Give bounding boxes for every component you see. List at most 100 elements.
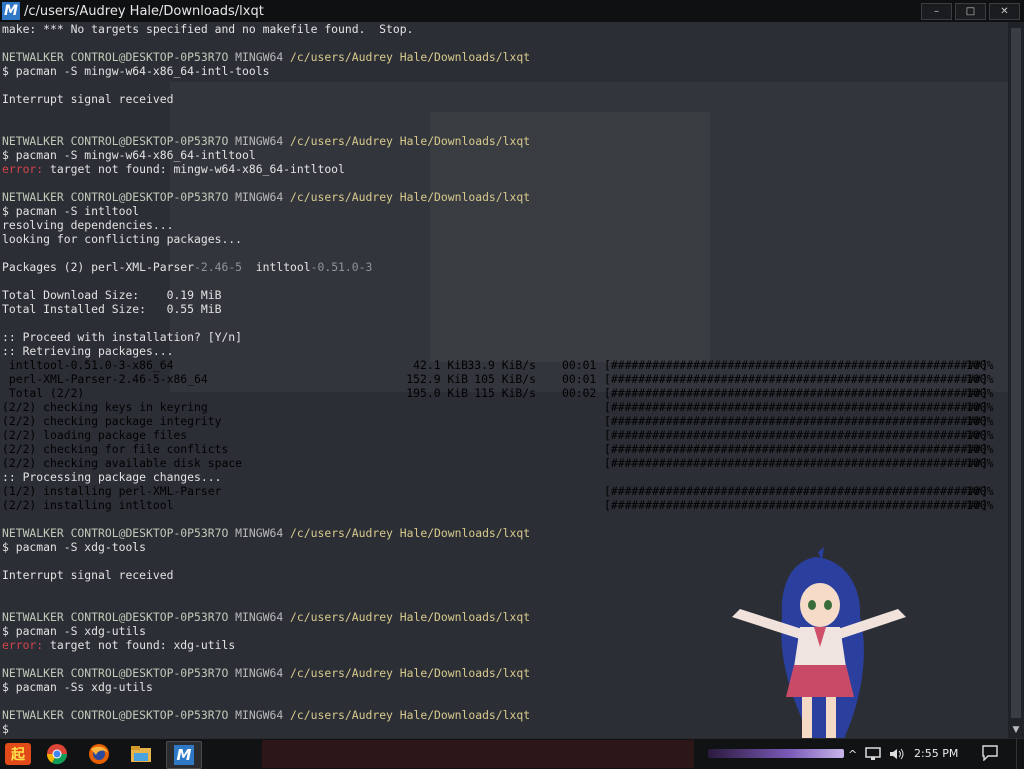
prompt-shell: MINGW64	[235, 190, 284, 204]
command-line: $ pacman -S mingw-w64-x86_64-intltool	[2, 148, 256, 162]
progress-row: (2/2) checking for file conflicts [######…	[2, 442, 1006, 456]
progress-percent: 100%	[966, 428, 994, 442]
progress-percent: 100%	[966, 442, 994, 456]
terminal-area[interactable]: make: *** No targets specified and no ma…	[0, 22, 1008, 738]
progress-bar-text: [#######################################…	[604, 442, 989, 456]
prompt-line: NETWALKER CONTROL@DESKTOP-0P53R7O MINGW6…	[2, 134, 1006, 148]
svg-text:起: 起	[10, 746, 26, 763]
progress-bar-text: [#######################################…	[604, 428, 989, 442]
terminal-scrollbar[interactable]: ▼	[1008, 22, 1024, 738]
chevron-up-icon[interactable]: ^	[848, 748, 857, 761]
maximize-button[interactable]: □	[955, 3, 986, 20]
prompt-shell: MINGW64	[235, 134, 284, 148]
step-label: (2/2) loading package files	[2, 428, 188, 442]
prompt-path: /c/users/Audrey Hale/Downloads/lxqt	[290, 708, 531, 722]
prompt-user: NETWALKER CONTROL@DESKTOP-0P53R7O	[2, 190, 229, 204]
progress-percent: 100%	[966, 372, 994, 386]
progress-row: (2/2) loading package files [############…	[2, 428, 1006, 442]
minimize-button[interactable]: –	[921, 3, 952, 20]
package-name: intltool-0.51.0-3-x86_64	[2, 358, 174, 372]
firefox-icon	[89, 744, 109, 764]
progress-row: (2/2) installing intltool [##############…	[2, 498, 1006, 512]
scrollbar-thumb[interactable]	[1011, 28, 1021, 718]
progress-percent: 100%	[966, 414, 994, 428]
close-button[interactable]: ✕	[989, 3, 1020, 20]
error-text: target not found: xdg-utils	[43, 638, 236, 652]
msys2-app-icon[interactable]: M	[2, 2, 20, 20]
terminal-line: make: *** No targets specified and no ma…	[2, 22, 414, 36]
msys2-taskbar-button[interactable]: M	[166, 741, 202, 769]
progress-bar-text: [#######################################…	[604, 400, 989, 414]
download-time: 00:02	[562, 386, 597, 400]
progress-percent: 100%	[966, 484, 994, 498]
progress-row: (2/2) checking keys in keyring [#########…	[2, 400, 1006, 414]
taskbar-clock[interactable]: 2:55 PM	[914, 747, 958, 760]
prompt-path: /c/users/Audrey Hale/Downloads/lxqt	[290, 190, 531, 204]
package-name: Total (2/2)	[2, 386, 85, 400]
window-title-bar[interactable]: M /c/users/Audrey Hale/Downloads/lxqt – …	[0, 0, 1024, 22]
prompt-line: NETWALKER CONTROL@DESKTOP-0P53R7O MINGW6…	[2, 50, 1006, 64]
prompt-path: /c/users/Audrey Hale/Downloads/lxqt	[290, 50, 531, 64]
progress-row: perl-XML-Parser-2.46-5-x86_64 152.9 KiB 1…	[2, 372, 1006, 386]
progress-percent: 100%	[966, 456, 994, 470]
prompt-user: NETWALKER CONTROL@DESKTOP-0P53R7O	[2, 134, 229, 148]
progress-row: intltool-0.51.0-3-x86_64 42.1 KiB 33.9 Ki…	[2, 358, 1006, 372]
step-label: (2/2) checking keys in keyring	[2, 400, 208, 414]
anime-character-sticker	[732, 547, 906, 738]
taskbar-decoration	[708, 749, 844, 758]
terminal-line: :: Processing package changes...	[2, 470, 222, 484]
chrome-icon	[46, 744, 68, 765]
volume-icon[interactable]	[889, 747, 905, 761]
progress-row: (2/2) checking package integrity [#######…	[2, 414, 1006, 428]
download-time: 00:01	[562, 358, 597, 372]
terminal-line: :: Proceed with installation? [Y/n]	[2, 330, 243, 344]
download-size: 152.9 KiB	[406, 372, 468, 386]
firefox-taskbar-button[interactable]	[82, 741, 116, 767]
prompt-path: /c/users/Audrey Hale/Downloads/lxqt	[290, 134, 531, 148]
progress-bar-text: [#######################################…	[604, 456, 989, 470]
progress-percent: 100%	[966, 386, 994, 400]
command-line: $ pacman -S mingw-w64-x86_64-intl-tools	[2, 64, 270, 78]
packages-line: Packages (2) perl-XML-Parser-2.46-5 intl…	[2, 260, 1006, 274]
prompt-user: NETWALKER CONTROL@DESKTOP-0P53R7O	[2, 610, 229, 624]
taskbar: 起 M ^ 2:55 PM	[0, 738, 1024, 769]
download-time: 00:01	[562, 372, 597, 386]
file-explorer-taskbar-button[interactable]	[124, 741, 158, 767]
error-label: error:	[2, 162, 44, 176]
step-label: (2/2) checking for file conflicts	[2, 442, 229, 456]
progress-bar-text: [#######################################…	[604, 414, 989, 428]
download-progress-list: intltool-0.51.0-3-x86_64 42.1 KiB 33.9 Ki…	[2, 358, 1006, 400]
error-line: error: target not found: mingw-w64-x86_6…	[2, 162, 1006, 176]
progress-percent: 100%	[966, 400, 994, 414]
step-progress-list: (2/2) checking keys in keyring [#########…	[2, 400, 1006, 470]
step-label: (2/2) checking package integrity	[2, 414, 222, 428]
prompt-user: NETWALKER CONTROL@DESKTOP-0P53R7O	[2, 50, 229, 64]
start-button[interactable]: 起	[2, 741, 34, 767]
system-tray: ^	[848, 739, 905, 769]
download-rate: 115 KiB/s	[460, 386, 536, 400]
window-title: /c/users/Audrey Hale/Downloads/lxqt	[24, 3, 264, 19]
scroll-down-arrow-icon[interactable]: ▼	[1010, 724, 1022, 736]
package-name: perl-XML-Parser-2.46-5-x86_64	[2, 372, 208, 386]
packages-prefix: Packages (2) perl-XML-Parser	[2, 260, 195, 274]
command-line: $ pacman -S intltool	[2, 204, 140, 218]
window-controls: – □ ✕	[921, 3, 1020, 20]
chrome-taskbar-button[interactable]	[40, 741, 74, 767]
prompt-shell: MINGW64	[235, 610, 284, 624]
terminal-line: looking for conflicting packages...	[2, 232, 243, 246]
prompt-shell: MINGW64	[235, 526, 284, 540]
download-rate: 105 KiB/s	[460, 372, 536, 386]
network-icon[interactable]	[865, 747, 881, 761]
progress-bar-text: [#######################################…	[604, 372, 989, 386]
progress-percent: 100%	[966, 498, 994, 512]
show-desktop-button[interactable]	[1016, 739, 1024, 769]
prompt-shell: MINGW64	[235, 708, 284, 722]
action-center-icon[interactable]	[982, 745, 998, 761]
